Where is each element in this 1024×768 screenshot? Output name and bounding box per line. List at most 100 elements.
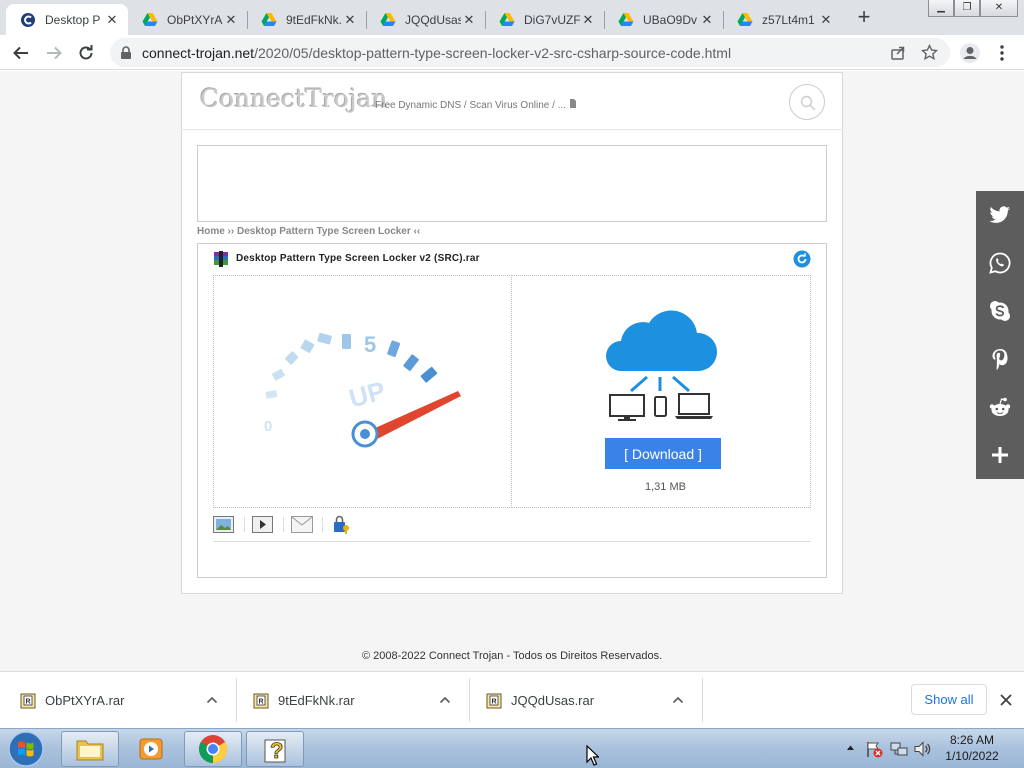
taskbar-explorer-button[interactable] — [61, 731, 119, 767]
whatsapp-icon — [989, 252, 1011, 274]
taskbar-chrome-button[interactable] — [184, 731, 242, 767]
url-text: connect-trojan.net/2020/05/desktop-patte… — [142, 45, 731, 61]
google-drive-icon — [380, 12, 396, 26]
download-separator — [236, 678, 237, 722]
reddit-icon — [989, 397, 1011, 416]
rar-file-icon: R — [20, 693, 36, 708]
refresh-circle-icon[interactable] — [793, 250, 811, 268]
share-skype-button[interactable] — [976, 287, 1024, 335]
forward-button[interactable] — [41, 40, 67, 66]
tab-title: UBaO9Dv — [643, 12, 698, 27]
mouse-cursor-icon — [586, 745, 599, 766]
tab-title: JQQdUsas — [405, 12, 461, 27]
reload-icon — [79, 45, 93, 60]
action-center-flag-icon[interactable] — [865, 740, 883, 758]
image-icon[interactable] — [213, 516, 234, 533]
back-arrow-icon — [13, 46, 28, 60]
download-item[interactable]: R JQQdUsas.rar — [486, 672, 696, 729]
kebab-menu-icon — [1000, 45, 1004, 61]
secure-key-icon[interactable] — [331, 515, 351, 534]
speed-number: 5 — [364, 332, 376, 357]
download-filename: 9tEdFkNk.rar — [278, 693, 355, 708]
icon-separator — [322, 517, 323, 532]
download-filename: JQQdUsas.rar — [511, 693, 595, 708]
browser-menu-button[interactable] — [989, 40, 1015, 66]
profile-button[interactable] — [957, 40, 983, 66]
tab-obptxyra[interactable]: ObPtXYrA ✕ — [128, 4, 247, 35]
close-window-button[interactable]: ✕ — [980, 0, 1018, 17]
minimize-button[interactable]: ▁ — [928, 0, 954, 17]
tab-desktop-pattern[interactable]: Desktop P ✕ — [6, 4, 128, 35]
breadcrumb[interactable]: Home ›› Desktop Pattern Type Screen Lock… — [197, 226, 420, 237]
chevron-up-icon[interactable] — [672, 696, 684, 704]
header-divider — [181, 129, 843, 130]
download-filename: ObPtXYrA.rar — [45, 693, 125, 708]
download-separator — [702, 678, 703, 722]
tab-ubao9dv[interactable]: UBaO9Dv ✕ — [604, 4, 723, 35]
social-share-bar — [976, 191, 1024, 479]
cloud-devices-illustration — [606, 310, 718, 421]
restore-button[interactable]: ❐ — [954, 0, 980, 17]
share-whatsapp-button[interactable] — [976, 239, 1024, 287]
svg-text:R: R — [492, 698, 497, 705]
email-icon[interactable] — [291, 516, 313, 533]
close-icon[interactable]: ✕ — [223, 12, 239, 28]
speedometer-illustration: 5 0 UP — [264, 332, 461, 448]
tab-strip: Desktop P ✕ ObPtXYrA ✕ 9tEdFkNk. ✕ JQQdU… — [0, 0, 1024, 35]
network-icon[interactable] — [890, 740, 908, 758]
close-icon[interactable] — [1000, 694, 1012, 706]
google-drive-icon — [499, 12, 515, 26]
site-search-button[interactable] — [789, 84, 825, 120]
volume-icon[interactable] — [913, 740, 931, 758]
tab-9tedfknk[interactable]: 9tEdFkNk. ✕ — [247, 4, 366, 35]
file-size: 1,31 MB — [645, 481, 686, 493]
download-button[interactable]: [ Download ] — [605, 438, 721, 469]
chevron-up-icon[interactable] — [206, 696, 218, 704]
download-item[interactable]: R 9tEdFkNk.rar — [253, 672, 463, 729]
close-icon[interactable]: ✕ — [342, 12, 358, 28]
tab-dig7vuzf[interactable]: DiG7vUZF ✕ — [485, 4, 604, 35]
close-icon[interactable]: ✕ — [461, 12, 477, 28]
download-item[interactable]: R ObPtXYrA.rar — [20, 672, 230, 729]
icon-separator — [283, 517, 284, 532]
taskbar-help-button[interactable]: ? — [246, 731, 304, 767]
help-question-icon: ? — [264, 738, 286, 763]
folder-icon — [76, 740, 104, 761]
address-bar[interactable]: connect-trojan.net/2020/05/desktop-patte… — [110, 38, 950, 67]
reload-button[interactable] — [73, 40, 99, 66]
site-logo[interactable]: ConnectTrojan — [200, 84, 388, 113]
winrar-icon — [214, 251, 228, 267]
search-icon — [800, 95, 816, 111]
file-title: Desktop Pattern Type Screen Locker v2 (S… — [236, 253, 480, 264]
show-hidden-icons-icon[interactable] — [846, 744, 855, 751]
share-icon[interactable] — [890, 45, 906, 61]
browser-toolbar: connect-trojan.net/2020/05/desktop-patte… — [0, 35, 1024, 70]
share-reddit-button[interactable] — [976, 383, 1024, 431]
close-icon[interactable]: ✕ — [104, 12, 120, 28]
share-twitter-button[interactable] — [976, 191, 1024, 239]
taskbar-media-player-button[interactable] — [122, 731, 180, 767]
google-drive-icon — [618, 12, 634, 26]
media-player-icon — [139, 738, 163, 760]
share-more-button[interactable] — [976, 431, 1024, 479]
close-icon[interactable]: ✕ — [699, 12, 715, 28]
video-icon[interactable] — [252, 516, 273, 533]
new-tab-button[interactable]: + — [852, 6, 876, 30]
start-button-icon[interactable] — [6, 730, 46, 768]
svg-text:?: ? — [270, 738, 283, 763]
svg-text:R: R — [259, 698, 264, 705]
show-all-button[interactable]: Show all — [911, 684, 987, 715]
tab-jqqdusas[interactable]: JQQdUsas ✕ — [366, 4, 485, 35]
bookmark-star-icon[interactable] — [921, 44, 938, 61]
speed-zero: 0 — [264, 418, 272, 435]
speed-up-label: UP — [346, 375, 389, 413]
chevron-up-icon[interactable] — [439, 696, 451, 704]
tab-title: ObPtXYrA — [167, 12, 223, 27]
share-pinterest-button[interactable] — [976, 335, 1024, 383]
back-button[interactable] — [8, 40, 34, 66]
document-icon — [569, 99, 576, 108]
close-icon[interactable]: ✕ — [818, 12, 834, 28]
tab-z57lt4m1[interactable]: z57Lt4m1 ✕ — [723, 4, 842, 35]
close-icon[interactable]: ✕ — [580, 12, 596, 28]
taskbar-clock[interactable]: 8:26 AM 1/10/2022 — [930, 732, 1014, 764]
